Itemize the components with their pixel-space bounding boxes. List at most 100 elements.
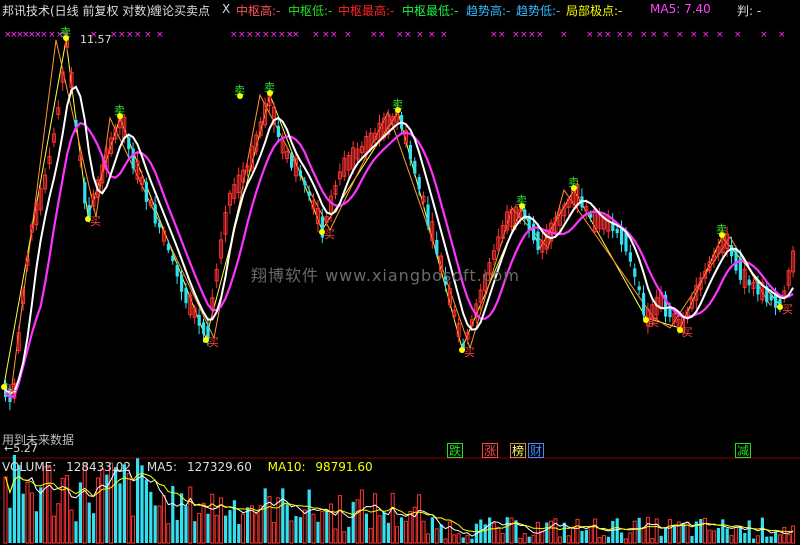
volume-bar bbox=[540, 530, 545, 544]
volume-bar bbox=[421, 520, 426, 544]
candle-body bbox=[175, 265, 179, 277]
candle-body bbox=[307, 191, 311, 197]
high-price-label: 11.57 bbox=[80, 33, 112, 46]
sell-marker: 卖 bbox=[60, 26, 71, 39]
volume-bar bbox=[527, 536, 531, 543]
zigzag-yellow bbox=[3, 39, 781, 386]
zhongshu-low: 中枢低:- bbox=[288, 4, 333, 18]
volume-bar bbox=[606, 536, 610, 543]
volume-bar bbox=[184, 506, 188, 543]
x-marker: × bbox=[716, 30, 724, 40]
volume-bar bbox=[8, 507, 12, 543]
x-marker: × bbox=[144, 30, 152, 40]
volume-bar bbox=[566, 535, 571, 544]
volume-bar bbox=[593, 518, 598, 544]
indicator-name[interactable]: 缠论买卖点 bbox=[150, 2, 210, 19]
x-marker: × bbox=[278, 30, 286, 40]
volume-bar bbox=[237, 523, 241, 543]
volume-bar bbox=[337, 495, 342, 544]
volume-bar bbox=[329, 503, 334, 544]
buy-marker: 买 bbox=[464, 346, 475, 359]
volume-bar bbox=[721, 519, 725, 543]
volume-ma5-value: MA5: 127329.60 bbox=[146, 460, 252, 474]
volume-bar bbox=[161, 495, 166, 544]
x-marker-row: ××××××× × ×× × × × × × × × × × × × × × × ×× × × × × × × × × × × × × × ×… bbox=[4, 30, 786, 40]
volume-bar bbox=[276, 497, 281, 544]
candle-body bbox=[633, 268, 637, 277]
volume-bar bbox=[294, 516, 298, 543]
volume-bar bbox=[791, 525, 796, 544]
volume-bar bbox=[386, 522, 390, 543]
candle-body bbox=[153, 204, 157, 224]
candle-body bbox=[184, 287, 188, 304]
volume-bar bbox=[140, 465, 144, 543]
x-marker: × bbox=[156, 30, 164, 40]
volume-bar bbox=[553, 518, 558, 544]
volume-bar bbox=[545, 522, 549, 543]
candle-body bbox=[536, 231, 540, 250]
chart-title[interactable]: 邦讯技术(日线 前复权 对数) bbox=[2, 2, 151, 19]
x-marker: × bbox=[676, 30, 684, 40]
x-marker: × bbox=[378, 30, 386, 40]
volume-bar bbox=[241, 513, 246, 544]
volume-bar bbox=[285, 504, 289, 543]
buy-marker: 买 bbox=[324, 228, 335, 241]
x-marker: × bbox=[344, 30, 352, 40]
volume-bar bbox=[496, 526, 501, 544]
volume-bar bbox=[777, 534, 782, 544]
signal-bang[interactable]: 榜 bbox=[510, 443, 526, 458]
x-marker: × bbox=[734, 30, 742, 40]
signal-cai[interactable]: 财 bbox=[528, 443, 544, 458]
volume-bar bbox=[654, 518, 659, 544]
x-marker: × bbox=[48, 30, 56, 40]
volume-bar bbox=[711, 530, 716, 544]
volume-bar bbox=[509, 517, 514, 544]
signal-jian[interactable]: 减 bbox=[735, 443, 751, 458]
candle-body bbox=[180, 274, 184, 292]
candle-body bbox=[734, 249, 738, 271]
volume-bar bbox=[755, 535, 760, 544]
volume-bar bbox=[588, 525, 593, 544]
volume-bar bbox=[382, 512, 386, 543]
volume-bar bbox=[342, 531, 347, 544]
close-indicator-icon[interactable]: X bbox=[222, 2, 230, 16]
volume-bar bbox=[716, 527, 720, 543]
volume-bar bbox=[465, 535, 470, 544]
x-marker: × bbox=[498, 30, 506, 40]
volume-bar bbox=[144, 479, 148, 543]
volume-bar bbox=[690, 536, 694, 543]
volume-bar bbox=[333, 528, 338, 544]
x-marker: × bbox=[520, 30, 528, 40]
volume-bar bbox=[632, 520, 637, 544]
volume-bar bbox=[197, 512, 202, 544]
candle-body bbox=[637, 286, 641, 291]
ma5-value: MA5: 7.40 bbox=[650, 2, 711, 16]
volume-bar bbox=[214, 514, 219, 544]
candle-body bbox=[202, 322, 206, 334]
x-marker: × bbox=[650, 30, 658, 40]
buy-marker: 买 bbox=[208, 336, 219, 349]
signal-die[interactable]: 跌 bbox=[447, 443, 463, 458]
volume-bar bbox=[100, 468, 105, 544]
volume-bar bbox=[180, 493, 184, 543]
zigzag-lines bbox=[3, 39, 781, 386]
volume-bar bbox=[601, 535, 606, 544]
x-marker: × bbox=[690, 30, 698, 40]
candle-body bbox=[532, 223, 536, 241]
volume-bar bbox=[400, 517, 404, 543]
volume-bar bbox=[34, 511, 38, 543]
x-marker: × bbox=[626, 30, 634, 40]
candle-body bbox=[166, 243, 170, 251]
volume-bar bbox=[505, 517, 509, 543]
zigzag-orange bbox=[11, 39, 771, 386]
candle-body bbox=[426, 204, 430, 226]
candle-body bbox=[589, 213, 593, 218]
volume-bar bbox=[122, 464, 126, 543]
volume-bar bbox=[224, 515, 228, 543]
volume-bar bbox=[201, 502, 206, 544]
candle-body bbox=[747, 279, 751, 286]
buy-marker: 买 bbox=[6, 383, 17, 396]
volume-bar bbox=[325, 509, 329, 543]
volume-bar bbox=[452, 534, 457, 544]
signal-zhang[interactable]: 涨 bbox=[482, 443, 498, 458]
